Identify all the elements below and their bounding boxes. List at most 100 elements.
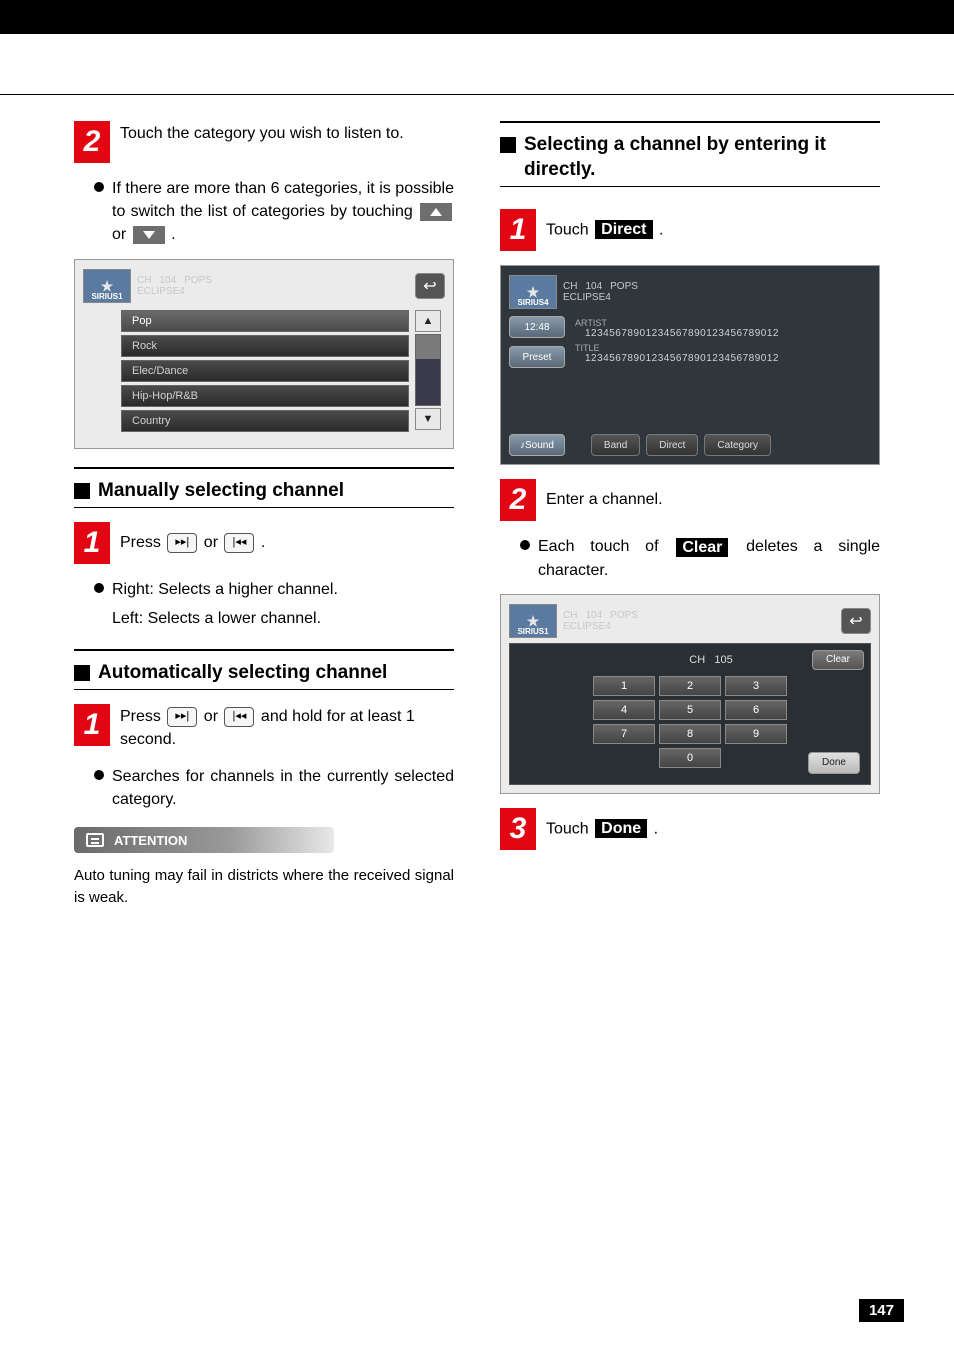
station-value: ECLIPSE4	[137, 286, 212, 297]
text: Each touch of	[538, 538, 674, 555]
artist-label: ARTIST	[575, 318, 871, 328]
category-list: Pop Rock Elec/Dance Hip-Hop/R&B Country	[121, 310, 409, 435]
ch-value: 104	[159, 275, 176, 286]
logo-star-icon: ★	[527, 615, 540, 627]
category-paging-note: If there are more than 6 categories, it …	[112, 177, 454, 247]
keypad-2[interactable]: 2	[659, 676, 721, 696]
category-button[interactable]: Category	[704, 434, 771, 456]
back-button[interactable]: ↩	[415, 273, 445, 299]
title-label: TITLE	[575, 343, 871, 353]
attention-text: Auto tuning may fail in districts where …	[74, 865, 454, 909]
sirius-logo: ★ SIRIUS1	[83, 269, 131, 303]
text: or	[204, 708, 223, 725]
list-item[interactable]: Pop	[121, 310, 409, 332]
text: Right: Selects a higher channel.	[112, 578, 454, 601]
text: 105	[714, 654, 732, 666]
section-marker-icon	[500, 137, 516, 153]
channel-entry-display: CH 105	[616, 654, 806, 666]
keypad-8[interactable]: 8	[659, 724, 721, 744]
clear-note: Each touch of Clear deletes a single cha…	[538, 535, 880, 582]
text: If there are more than 6 categories, it …	[112, 180, 454, 220]
back-button[interactable]: ↩	[841, 608, 871, 634]
ch-label: CH	[137, 275, 151, 286]
station-value: ECLIPSE4	[563, 292, 638, 303]
step-number-3: 3	[500, 808, 536, 850]
step-number-2: 2	[500, 479, 536, 521]
screenshot-now-playing: ★ SIRIUS4 CH 104 POPS ECLIPSE4 12:48 Pre…	[500, 265, 880, 465]
ch-label: CH	[563, 281, 577, 292]
ch-value: 104	[585, 281, 602, 292]
keypad-7[interactable]: 7	[593, 724, 655, 744]
direct-step1-text: Touch Direct .	[546, 209, 880, 242]
keypad-9[interactable]: 9	[725, 724, 787, 744]
attention-label: ATTENTION	[114, 833, 187, 848]
step-2-text: Touch the category you wish to listen to…	[120, 121, 454, 145]
text: .	[654, 820, 658, 837]
screenshot-category-list: ★ SIRIUS1 CH 104 POPS ECLIPSE4 ↩ Pop Roc…	[74, 259, 454, 449]
section-marker-icon	[74, 483, 90, 499]
direct-step3-text: Touch Done .	[546, 808, 880, 841]
time-pill: 12:48	[509, 316, 565, 338]
category-value: POPS	[610, 281, 638, 292]
page-header-black-bar	[0, 0, 954, 34]
auto-step1-text: Press ▸▸| or |◂◂ and hold for at least 1…	[120, 704, 454, 751]
bullet-icon	[94, 770, 104, 780]
step-number-2: 2	[74, 121, 110, 163]
done-button[interactable]: Done	[808, 752, 860, 774]
ch-value: 104	[585, 610, 602, 621]
scroll-up-button[interactable]: ▲	[415, 310, 441, 332]
text: Left: Selects a lower channel.	[112, 607, 454, 630]
section-manual-title: Manually selecting channel	[98, 479, 344, 504]
book-icon	[86, 833, 104, 847]
keypad-1[interactable]: 1	[593, 676, 655, 696]
next-track-icon: ▸▸|	[167, 707, 197, 727]
next-track-icon: ▸▸|	[167, 533, 197, 553]
artist-value: 12345678901234567890123456789012	[585, 328, 871, 339]
bullet-icon	[94, 583, 104, 593]
logo-star-icon: ★	[101, 280, 114, 292]
up-arrow-icon	[420, 203, 452, 221]
done-button-label: Done	[595, 819, 647, 838]
text: Press	[120, 534, 165, 551]
text: Touch	[546, 820, 593, 837]
logo-star-icon: ★	[527, 286, 540, 298]
keypad-5[interactable]: 5	[659, 700, 721, 720]
page-number: 147	[859, 1299, 904, 1322]
station-value: ECLIPSE4	[563, 621, 638, 632]
attention-banner: ATTENTION	[74, 827, 334, 853]
keypad-4[interactable]: 4	[593, 700, 655, 720]
keypad-6[interactable]: 6	[725, 700, 787, 720]
text: .	[659, 222, 663, 239]
section-auto-title: Automatically selecting channel	[98, 661, 387, 686]
auto-bullet-text: Searches for channels in the currently s…	[112, 765, 454, 811]
category-value: POPS	[610, 610, 638, 621]
band-button[interactable]: Band	[591, 434, 640, 456]
manual-step1-text: Press ▸▸| or |◂◂ .	[120, 522, 454, 554]
step-number-1: 1	[500, 209, 536, 251]
direct-step2-text: Enter a channel.	[546, 479, 880, 511]
prev-track-icon: |◂◂	[224, 707, 254, 727]
clear-button[interactable]: Clear	[812, 650, 864, 670]
sound-button[interactable]: ♪Sound	[509, 434, 565, 456]
text: CH	[689, 654, 705, 666]
list-item[interactable]: Hip-Hop/R&B	[121, 385, 409, 407]
bullet-icon	[520, 540, 530, 550]
list-item[interactable]: Rock	[121, 335, 409, 357]
logo-text: SIRIUS4	[517, 298, 548, 307]
text: .	[171, 226, 175, 243]
section-marker-icon	[74, 665, 90, 681]
step-number-1: 1	[74, 522, 110, 564]
preset-button[interactable]: Preset	[509, 346, 565, 368]
list-item[interactable]: Elec/Dance	[121, 360, 409, 382]
scroll-thumb[interactable]	[416, 335, 440, 359]
text: or	[204, 534, 223, 551]
keypad-3[interactable]: 3	[725, 676, 787, 696]
scroll-down-button[interactable]: ▼	[415, 408, 441, 430]
section-direct-title: Selecting a channel by entering it direc…	[524, 133, 880, 182]
keypad-0[interactable]: 0	[659, 748, 721, 768]
scroll-track[interactable]	[415, 334, 441, 406]
list-item[interactable]: Country	[121, 410, 409, 432]
direct-button[interactable]: Direct	[646, 434, 698, 456]
category-value: POPS	[184, 275, 212, 286]
clear-button-label: Clear	[676, 538, 728, 557]
